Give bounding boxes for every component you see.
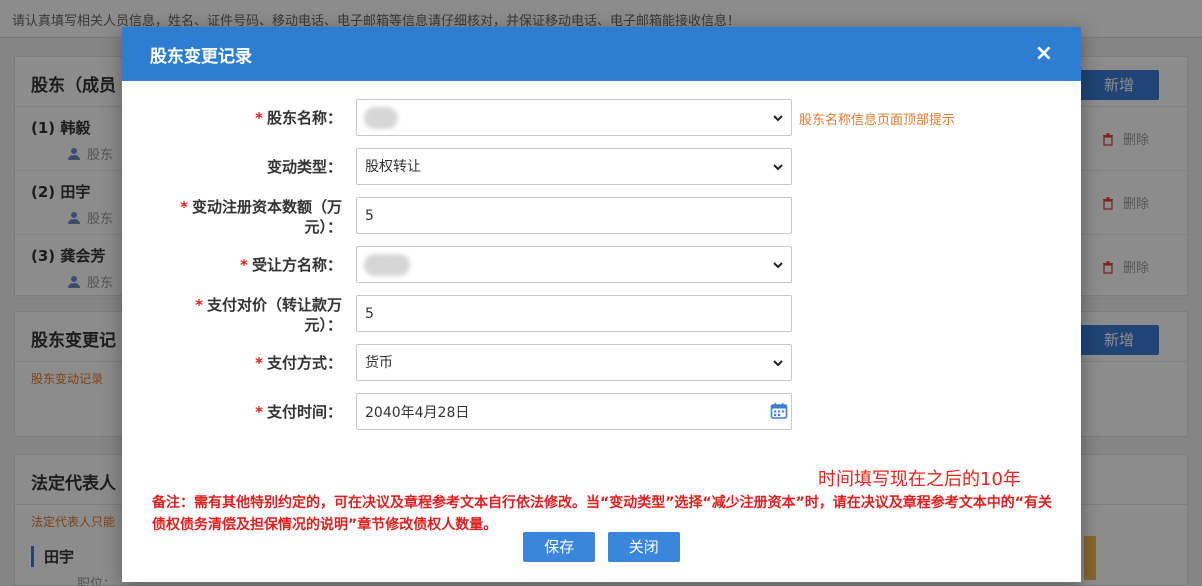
- payment-time-input[interactable]: [356, 393, 792, 430]
- save-button[interactable]: 保存: [523, 532, 596, 562]
- required-mark: *: [240, 256, 248, 274]
- capital-amount-label: * 变动注册资本数额（万 元）：: [180, 198, 342, 236]
- shareholder-name-hint: 股东名称信息页面顶部提示: [799, 113, 956, 128]
- calendar-icon[interactable]: [770, 402, 788, 420]
- required-mark: *: [255, 109, 263, 127]
- date-annotation: 时间填写现在之后的10年: [818, 469, 1021, 490]
- close-button[interactable]: 关闭: [607, 532, 680, 562]
- modal-title: 股东变更记录: [150, 46, 252, 67]
- modal-header: 股东变更记录 ×: [122, 27, 1081, 81]
- remark-text: 备注：需有其他特别约定的，可在决议及章程参考文本自行依法修改。当“变动类型”选择…: [152, 495, 1053, 533]
- payment-method-select[interactable]: 货币: [356, 344, 792, 381]
- payment-time-label: * 支付时间：: [255, 403, 342, 421]
- change-type-label: 变动类型：: [266, 158, 342, 176]
- required-mark: *: [195, 296, 203, 314]
- transferee-label: * 受让方名称：: [240, 256, 342, 274]
- shareholder-name-select[interactable]: [356, 99, 792, 136]
- capital-amount-input[interactable]: [356, 197, 792, 234]
- shareholder-change-modal: 股东变更记录 × * 股东名称： 股东名称信息页面顶部提示 变动类型： 股权转让 …: [122, 27, 1081, 582]
- transferee-select[interactable]: [356, 246, 792, 283]
- redacted-value: [364, 254, 410, 276]
- payment-consideration-label: * 支付对价（转让款万 元）：: [195, 296, 342, 334]
- close-icon[interactable]: ×: [1035, 43, 1053, 65]
- modal-footer: 保存 关闭: [122, 532, 1081, 562]
- required-mark: *: [255, 403, 263, 421]
- payment-method-label: * 支付方式：: [255, 354, 342, 372]
- payment-consideration-input[interactable]: [356, 295, 792, 332]
- shareholder-name-label: * 股东名称：: [255, 109, 342, 127]
- redacted-value: [364, 107, 398, 129]
- required-mark: *: [180, 198, 188, 216]
- change-type-select[interactable]: 股权转让: [356, 148, 792, 185]
- required-mark: *: [255, 354, 263, 372]
